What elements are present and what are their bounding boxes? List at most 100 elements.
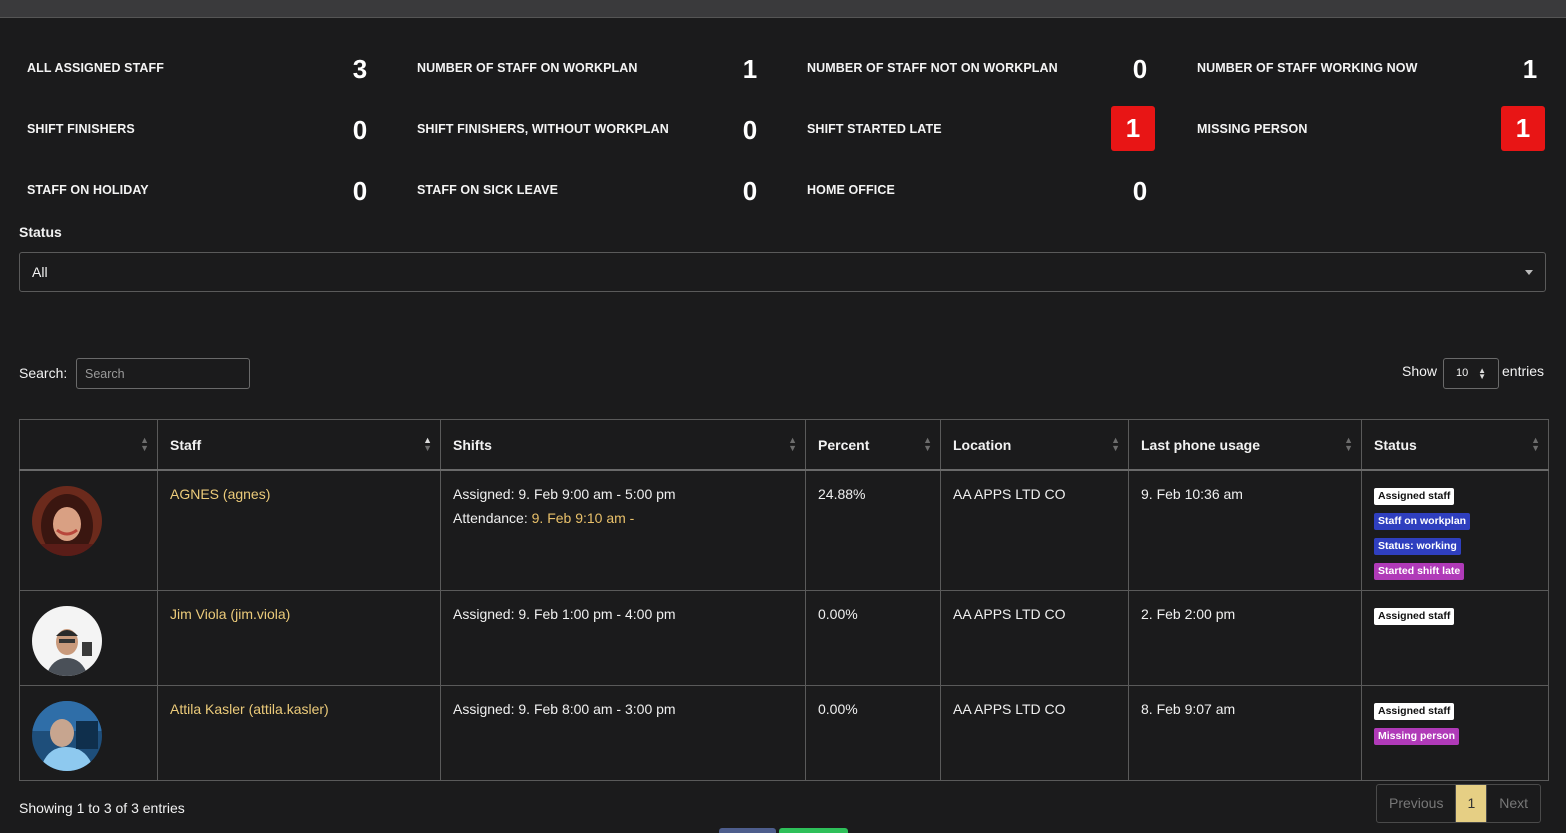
search-input[interactable] — [76, 358, 250, 389]
avatar-agnes-image — [32, 486, 102, 556]
status-cell: Assigned staff Missing person — [1361, 684, 1549, 781]
last-phone-cell: 9. Feb 10:36 am — [1128, 469, 1362, 591]
show-label: Show — [1402, 363, 1438, 379]
page-length-value: 10 — [1456, 367, 1469, 379]
staff-cell: Attila Kasler (attila.kasler) — [157, 684, 441, 781]
column-header-label: Shifts — [453, 436, 492, 453]
location-cell: AA APPS LTD CO — [940, 589, 1129, 686]
percent-cell: 0.00% — [805, 589, 941, 686]
staff-link[interactable]: Attila Kasler (attila.kasler) — [170, 701, 329, 717]
sort-asc-icon: ▲ ▼ — [423, 435, 432, 453]
column-header-label: Last phone usage — [1141, 436, 1261, 453]
status-cell: Assigned staff — [1361, 589, 1549, 686]
attendance-value: 9. Feb 9:10 am - — [531, 510, 635, 526]
avatar[interactable] — [32, 605, 102, 676]
stat-value: 0 — [1132, 176, 1148, 206]
sort-icon: ▲ ▼ — [1344, 435, 1353, 453]
stat-shift-finishers: SHIFT FINISHERS 0 — [27, 108, 372, 152]
column-header-shifts[interactable]: Shifts ▲ ▼ — [440, 419, 806, 471]
table-header-row: ▲ ▼ Staff ▲ ▼ Shifts ▲ ▼ Percent ▲ ▼ Location ▲ ▼… — [19, 419, 1549, 471]
badge-staff-on-workplan: Staff on workplan — [1374, 513, 1471, 530]
bottom-button-right[interactable] — [779, 828, 848, 833]
shift-assigned: Assigned: 9. Feb 9:00 am - 5:00 pm — [453, 486, 676, 502]
column-header-label: Location — [953, 436, 1012, 453]
column-header-status[interactable]: Status ▲ ▼ — [1361, 419, 1549, 471]
stat-label: STAFF ON SICK LEAVE — [417, 183, 559, 197]
stat-label: SHIFT FINISHERS, WITHOUT WORKPLAN — [417, 122, 669, 136]
column-header-location[interactable]: Location ▲ ▼ — [940, 419, 1129, 471]
caret-down-icon — [1525, 270, 1533, 275]
location-cell: AA APPS LTD CO — [940, 469, 1129, 591]
shift-assigned: Assigned: 9. Feb 8:00 am - 3:00 pm — [453, 700, 676, 717]
column-header-last-phone-usage[interactable]: Last phone usage ▲ ▼ — [1128, 419, 1362, 471]
stat-missing-person: MISSING PERSON 1 — [1197, 106, 1545, 151]
avatar-cell — [19, 684, 158, 781]
stat-value: 1 — [1522, 54, 1538, 84]
sort-icon: ▲ ▼ — [1531, 435, 1540, 453]
avatar[interactable] — [32, 486, 102, 556]
avatar[interactable] — [32, 700, 102, 771]
stat-value-alert: 1 — [1111, 106, 1155, 151]
table-row: AGNES (agnes) Assigned: 9. Feb 9:00 am -… — [19, 469, 1549, 591]
last-phone-cell: 8. Feb 9:07 am — [1128, 684, 1362, 781]
staff-link[interactable]: AGNES (agnes) — [170, 486, 270, 502]
stat-shift-finishers-without-workplan: SHIFT FINISHERS, WITHOUT WORKPLAN 0 — [417, 108, 762, 152]
column-header-avatar[interactable]: ▲ ▼ — [19, 419, 158, 471]
stat-value: 0 — [742, 115, 758, 145]
avatar-cell — [19, 589, 158, 686]
staff-cell: Jim Viola (jim.viola) — [157, 589, 441, 686]
percent-cell: 24.88% — [805, 469, 941, 591]
top-bar — [0, 0, 1566, 18]
staff-link[interactable]: Jim Viola (jim.viola) — [170, 606, 290, 622]
column-header-label: Staff — [170, 436, 202, 453]
attendance-label: Attendance: — [453, 510, 532, 526]
stat-shift-started-late: SHIFT STARTED LATE 1 — [807, 106, 1155, 151]
stat-home-office: HOME OFFICE 0 — [807, 169, 1152, 213]
pagination-previous-button[interactable]: Previous — [1377, 785, 1457, 822]
location-cell: AA APPS LTD CO — [940, 684, 1129, 781]
shifts-cell: Assigned: 9. Feb 1:00 pm - 4:00 pm — [440, 589, 806, 686]
entries-label: entries — [1502, 363, 1545, 379]
sort-icon: ▲ ▼ — [1111, 435, 1120, 453]
avatar-cell — [19, 469, 158, 591]
column-header-staff[interactable]: Staff ▲ ▼ — [157, 419, 441, 471]
page-length-select[interactable]: 10 ▲ ▼ — [1443, 358, 1499, 389]
column-header-label: Percent — [818, 436, 870, 453]
stat-value: 3 — [352, 54, 368, 84]
pagination: Previous 1 Next — [1376, 784, 1542, 823]
table-info: Showing 1 to 3 of 3 entries — [19, 800, 185, 816]
stat-label: STAFF ON HOLIDAY — [27, 183, 149, 197]
stat-staff-on-sick-leave: STAFF ON SICK LEAVE 0 — [417, 169, 762, 213]
stat-staff-on-workplan: NUMBER OF STAFF ON WORKPLAN 1 — [417, 47, 762, 91]
stat-staff-working-now: NUMBER OF STAFF WORKING NOW 1 — [1197, 47, 1542, 91]
shifts-cell: Assigned: 9. Feb 8:00 am - 3:00 pm — [440, 684, 806, 781]
search-label: Search: — [19, 365, 68, 381]
table-row: Jim Viola (jim.viola) Assigned: 9. Feb 1… — [19, 589, 1549, 686]
shifts-cell: Assigned: 9. Feb 9:00 am - 5:00 pm Atten… — [440, 469, 806, 591]
column-header-label: Status — [1374, 436, 1417, 453]
status-select-value: All — [32, 264, 48, 280]
stat-staff-not-on-workplan: NUMBER OF STAFF NOT ON WORKPLAN 0 — [807, 47, 1152, 91]
bottom-button-left[interactable] — [719, 828, 776, 833]
pagination-page-button[interactable]: 1 — [1456, 785, 1488, 822]
avatar-attila-image — [32, 700, 102, 771]
sort-icon: ▲ ▼ — [923, 435, 932, 453]
stat-value: 0 — [352, 176, 368, 206]
stat-label: SHIFT FINISHERS — [27, 122, 135, 136]
column-header-percent[interactable]: Percent ▲ ▼ — [805, 419, 941, 471]
badge-missing-person: Missing person — [1374, 727, 1460, 745]
stat-value: 0 — [1132, 54, 1148, 84]
stat-value-alert: 1 — [1501, 106, 1545, 151]
stat-value: 0 — [352, 115, 368, 145]
updown-icon: ▲ ▼ — [1478, 366, 1486, 381]
attendance-line: Attendance: 9. Feb 9:10 am - — [453, 510, 793, 526]
status-select[interactable]: All — [19, 252, 1546, 292]
badge-status-working: Status: working — [1374, 538, 1461, 555]
stat-staff-on-holiday: STAFF ON HOLIDAY 0 — [27, 169, 372, 213]
badge-assigned-staff: Assigned staff — [1374, 488, 1455, 505]
stat-all-assigned-staff: ALL ASSIGNED STAFF 3 — [27, 47, 372, 91]
last-phone-cell: 2. Feb 2:00 pm — [1128, 589, 1362, 686]
stat-label: HOME OFFICE — [807, 183, 895, 197]
stat-label: NUMBER OF STAFF NOT ON WORKPLAN — [807, 61, 1058, 75]
pagination-next-button[interactable]: Next — [1487, 785, 1540, 822]
